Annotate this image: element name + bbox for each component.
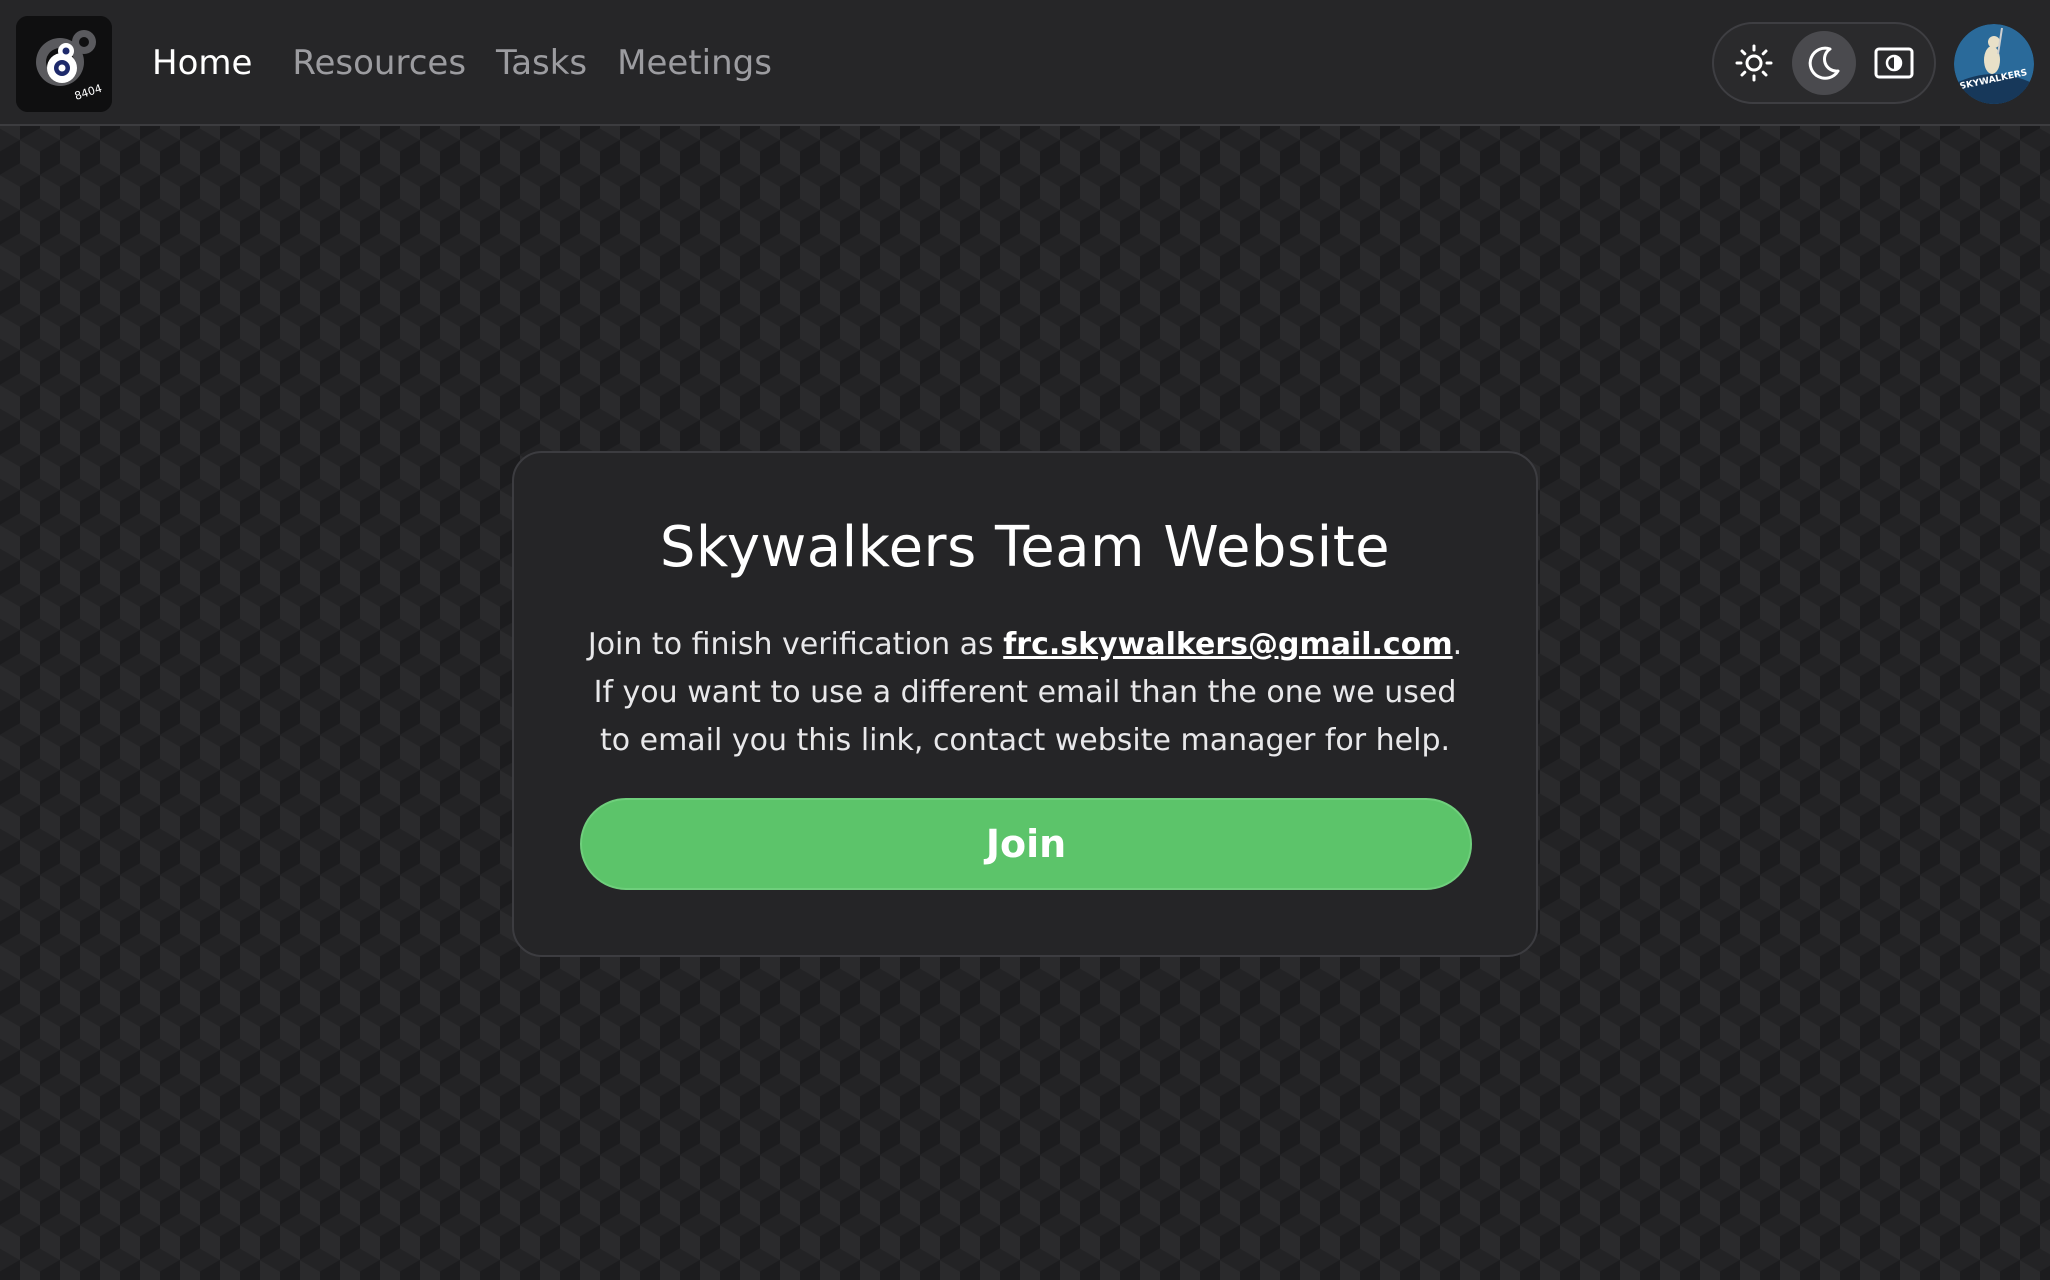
verification-card: Skywalkers Team Website Join to finish v… — [512, 451, 1538, 957]
nav-link-tasks[interactable]: Tasks — [496, 43, 587, 83]
message-intro: Join to finish verification as — [587, 627, 1004, 662]
team-logo[interactable]: 8404 — [16, 16, 112, 112]
dark-theme-button[interactable] — [1792, 31, 1856, 95]
sun-icon — [1735, 44, 1773, 82]
nav-link-meetings[interactable]: Meetings — [617, 43, 772, 83]
theme-switcher — [1712, 22, 1936, 104]
main-nav: Home Resources Tasks Meetings — [152, 36, 802, 90]
light-theme-button[interactable] — [1722, 31, 1786, 95]
verification-message: Join to finish verification as frc.skywa… — [574, 621, 1476, 765]
nav-link-resources[interactable]: Resources — [292, 43, 466, 83]
top-navbar: 8404 Home Resources Tasks Meetings SKYWA… — [0, 0, 2050, 126]
avatar-image: SKYWALKERS — [1954, 24, 2034, 104]
nav-link-home[interactable]: Home — [152, 43, 252, 83]
moon-icon — [1808, 46, 1840, 80]
email-link[interactable]: frc.skywalkers@gmail.com — [1003, 627, 1452, 662]
system-theme-button[interactable] — [1862, 31, 1926, 95]
user-avatar[interactable]: SKYWALKERS — [1954, 24, 2034, 104]
card-title: Skywalkers Team Website — [659, 515, 1391, 580]
system-theme-icon — [1874, 47, 1914, 79]
team-logo-graphic: 8404 — [16, 16, 112, 112]
join-button[interactable]: Join — [580, 798, 1472, 890]
